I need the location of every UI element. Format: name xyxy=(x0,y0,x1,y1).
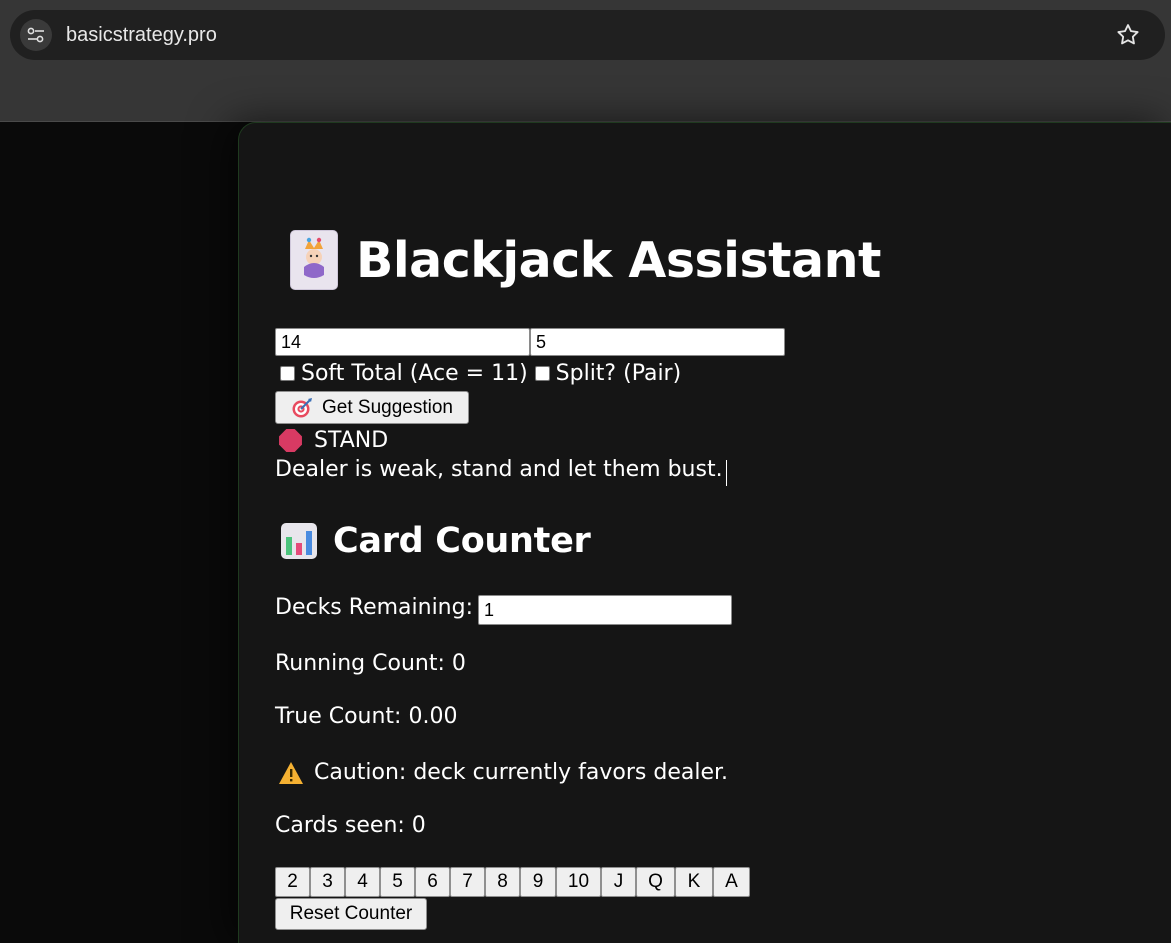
caution-text: Caution: deck currently favors dealer. xyxy=(314,760,729,785)
site-settings-icon[interactable] xyxy=(20,19,52,51)
warning-icon xyxy=(279,761,303,784)
page-header: Blackjack Assistant xyxy=(290,228,881,292)
result-explanation: Dealer is weak, stand and let them bust. xyxy=(275,457,723,482)
card-button[interactable]: 9 xyxy=(520,867,556,897)
cards-seen: Cards seen: 0 xyxy=(275,813,426,838)
card-button[interactable]: 10 xyxy=(556,867,601,897)
url-text[interactable]: basicstrategy.pro xyxy=(66,23,217,47)
card-button[interactable]: 5 xyxy=(380,867,415,897)
counter-header: Card Counter xyxy=(280,521,591,561)
stop-sign-icon xyxy=(279,429,302,452)
text-cursor xyxy=(726,460,727,486)
card-button[interactable]: J xyxy=(601,867,636,897)
card-button[interactable]: Q xyxy=(636,867,675,897)
decks-label: Decks Remaining: xyxy=(275,595,473,620)
soft-total-label: Soft Total (Ace = 11) xyxy=(301,361,528,386)
address-bar[interactable]: basicstrategy.pro xyxy=(10,10,1165,60)
get-suggestion-label: Get Suggestion xyxy=(322,396,453,418)
running-count: Running Count: 0 xyxy=(275,651,466,676)
card-button[interactable]: 3 xyxy=(310,867,345,897)
joker-card-icon xyxy=(290,230,338,290)
suggestion-result: STAND xyxy=(278,428,388,453)
bar-chart-icon xyxy=(281,523,317,559)
dealer-card-input[interactable] xyxy=(530,328,785,356)
true-count: True Count: 0.00 xyxy=(275,704,458,729)
options-row: Soft Total (Ace = 11) Split? (Pair) xyxy=(280,361,681,386)
player-total-input[interactable] xyxy=(275,328,530,356)
decks-remaining-input[interactable] xyxy=(478,595,732,625)
result-action: STAND xyxy=(314,428,389,453)
browser-toolbar: basicstrategy.pro xyxy=(0,0,1171,122)
card-button[interactable]: 8 xyxy=(485,867,520,897)
page-title: Blackjack Assistant xyxy=(356,231,881,289)
soft-total-checkbox[interactable] xyxy=(280,366,295,381)
split-checkbox[interactable] xyxy=(534,366,550,381)
card-button[interactable]: K xyxy=(675,867,713,897)
card-button[interactable]: A xyxy=(713,867,750,897)
target-icon xyxy=(292,397,312,417)
caution-message: Caution: deck currently favors dealer. xyxy=(278,760,728,785)
counter-heading: Card Counter xyxy=(333,521,591,561)
card-button[interactable]: 4 xyxy=(345,867,380,897)
split-label: Split? (Pair) xyxy=(555,361,682,386)
card-button[interactable]: 2 xyxy=(275,867,310,897)
star-icon[interactable] xyxy=(1115,22,1141,48)
card-button[interactable]: 7 xyxy=(450,867,485,897)
card-button[interactable]: 6 xyxy=(415,867,450,897)
reset-counter-button[interactable]: Reset Counter xyxy=(275,898,427,930)
get-suggestion-button[interactable]: Get Suggestion xyxy=(275,391,469,424)
